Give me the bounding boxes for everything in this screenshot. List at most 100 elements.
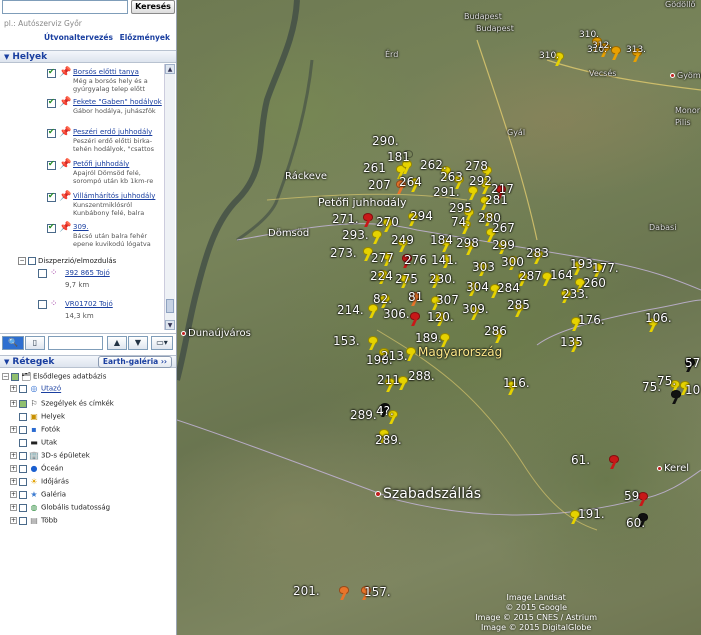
- pin-label[interactable]: 193: [570, 257, 593, 271]
- pin-label[interactable]: 281: [485, 193, 508, 207]
- pin-label[interactable]: 75.: [657, 374, 676, 388]
- map-pushpin-icon[interactable]: [362, 213, 374, 229]
- pin-label[interactable]: 288.: [408, 369, 435, 383]
- city-dabasi[interactable]: Dabasi: [649, 223, 676, 232]
- places-scrollbar[interactable]: ▲ ▼: [164, 64, 175, 330]
- layer-primary-database[interactable]: − 🗂 Elsődleges adatbázis: [2, 372, 106, 384]
- pin-label[interactable]: 233.: [562, 287, 589, 301]
- pin-label[interactable]: 306.: [383, 307, 410, 321]
- pin-label[interactable]: 4?.: [376, 404, 394, 418]
- pin-label[interactable]: 60.: [626, 516, 645, 530]
- folder-checkbox[interactable]: [28, 257, 36, 265]
- collapse-icon[interactable]: −: [18, 257, 26, 265]
- move-down-button[interactable]: ▼: [128, 336, 148, 350]
- pin-label[interactable]: 294: [410, 209, 433, 223]
- layer-ocean[interactable]: + ● Óceán: [10, 464, 63, 476]
- city-szabadszallas[interactable]: Szabadszállás: [375, 486, 481, 502]
- pin-label[interactable]: 291.: [433, 185, 460, 199]
- layer-checkbox[interactable]: [19, 425, 27, 434]
- places-header[interactable]: ▼ Helyek: [0, 50, 176, 63]
- pin-label[interactable]: 276: [404, 253, 427, 267]
- pin-label[interactable]: 116.: [503, 376, 530, 390]
- map-pushpin-icon[interactable]: [371, 230, 383, 246]
- layer-checkbox[interactable]: [19, 490, 27, 499]
- pin-label[interactable]: 201.: [293, 584, 320, 598]
- city-dunaujvaros[interactable]: Dunaújváros: [181, 328, 251, 339]
- pin-label[interactable]: 285: [507, 298, 530, 312]
- pin-label[interactable]: 290.: [372, 134, 399, 148]
- place-title[interactable]: Fekete "Gaben" hodályok: [73, 98, 162, 106]
- route-planning-link[interactable]: Útvonaltervezés: [44, 33, 113, 42]
- pin-label[interactable]: 271.: [332, 212, 359, 226]
- pin-label[interactable]: 284: [497, 281, 520, 295]
- pin-label[interactable]: 81: [408, 290, 423, 304]
- pin-label[interactable]: 289.: [375, 433, 402, 447]
- pin-label[interactable]: 176.: [578, 313, 605, 327]
- city-budapest-district[interactable]: Budapest: [476, 24, 514, 33]
- place-checkbox[interactable]: [47, 97, 56, 108]
- pin-label[interactable]: 312.: [592, 41, 612, 51]
- pin-label[interactable]: 157.: [364, 585, 391, 599]
- pin-label[interactable]: 267: [492, 221, 515, 235]
- route-checkbox[interactable]: [38, 269, 47, 278]
- city-domsod[interactable]: Dömsöd: [268, 228, 309, 239]
- pin-label[interactable]: 307: [436, 293, 459, 307]
- city-rackeve[interactable]: Ráckeve: [285, 171, 327, 182]
- expand-icon[interactable]: +: [10, 452, 17, 459]
- map-pushpin-icon[interactable]: [467, 186, 479, 202]
- layer-checkbox[interactable]: [19, 503, 27, 512]
- earth-gallery-button[interactable]: Earth-galéria ››: [97, 356, 172, 368]
- route-title[interactable]: 392 865 Tojó: [65, 269, 110, 277]
- expand-icon[interactable]: +: [10, 504, 17, 511]
- expand-icon[interactable]: +: [10, 517, 17, 524]
- pin-label[interactable]: 59: [624, 489, 639, 503]
- pin-label[interactable]: 249: [391, 233, 414, 247]
- layer-borders-labels[interactable]: + ⚐ Szegélyek és címkék: [10, 399, 114, 411]
- layer-checkbox[interactable]: [19, 399, 27, 408]
- pin-label[interactable]: 10: [685, 383, 700, 397]
- subfolder-dispersal[interactable]: − Diszperzió/elmozdulás: [18, 257, 116, 265]
- pin-label[interactable]: 57: [685, 356, 700, 370]
- place-title[interactable]: 309.: [73, 223, 89, 231]
- expand-icon[interactable]: +: [10, 426, 17, 433]
- history-link[interactable]: Előzmények: [120, 33, 170, 42]
- route-checkbox[interactable]: [38, 300, 47, 309]
- city-vecses[interactable]: Vecsés: [589, 69, 616, 78]
- expand-icon[interactable]: +: [10, 385, 17, 392]
- layer-checkbox[interactable]: [19, 477, 27, 486]
- pin-label[interactable]: 299: [492, 238, 515, 252]
- pin-label[interactable]: 286: [484, 324, 507, 338]
- pin-label[interactable]: 273.: [330, 246, 357, 260]
- layer-photos[interactable]: + ▪ Fotók: [10, 425, 60, 437]
- map-view[interactable]: Budapest Budapest Érd Vecsés Gyömrő Gödö…: [177, 0, 701, 635]
- layer-global-awareness[interactable]: + ◍ Globális tudatosság: [10, 503, 110, 515]
- expand-icon[interactable]: +: [10, 400, 17, 407]
- city-gyal[interactable]: Gyál: [507, 128, 525, 137]
- pin-label[interactable]: 177.: [592, 261, 619, 275]
- city-erd[interactable]: Érd: [385, 50, 398, 59]
- pin-label[interactable]: 224: [370, 269, 393, 283]
- pin-label[interactable]: 295: [449, 201, 472, 215]
- pin-label[interactable]: 230.: [429, 272, 456, 286]
- layer-places[interactable]: ▣ Helyek: [10, 412, 65, 424]
- pin-label[interactable]: 309.: [462, 302, 489, 316]
- pin-label[interactable]: 120.: [427, 310, 454, 324]
- layer-checkbox[interactable]: [19, 451, 27, 460]
- pin-label[interactable]: 303: [472, 260, 495, 274]
- pin-label[interactable]: 277: [371, 251, 394, 265]
- places-filter-field[interactable]: [48, 336, 103, 350]
- place-checkbox[interactable]: [47, 191, 56, 202]
- pin-label[interactable]: 61.: [571, 453, 590, 467]
- expand-icon[interactable]: +: [10, 465, 17, 472]
- pin-label[interactable]: 313.: [626, 45, 646, 55]
- layer-3d-buildings[interactable]: + 🏢 3D-s épületek: [10, 451, 90, 463]
- layer-checkbox[interactable]: [19, 516, 27, 525]
- city-kerel[interactable]: Kerel: [657, 463, 689, 474]
- pin-label[interactable]: 261: [363, 161, 386, 175]
- pin-label[interactable]: 135: [560, 335, 583, 349]
- pin-label[interactable]: 289.: [350, 408, 377, 422]
- pin-label[interactable]: 141.: [431, 253, 458, 267]
- pin-label[interactable]: 300: [501, 255, 524, 269]
- pin-label[interactable]: 275: [395, 272, 418, 286]
- city-godollo[interactable]: Gödöllő: [665, 0, 695, 9]
